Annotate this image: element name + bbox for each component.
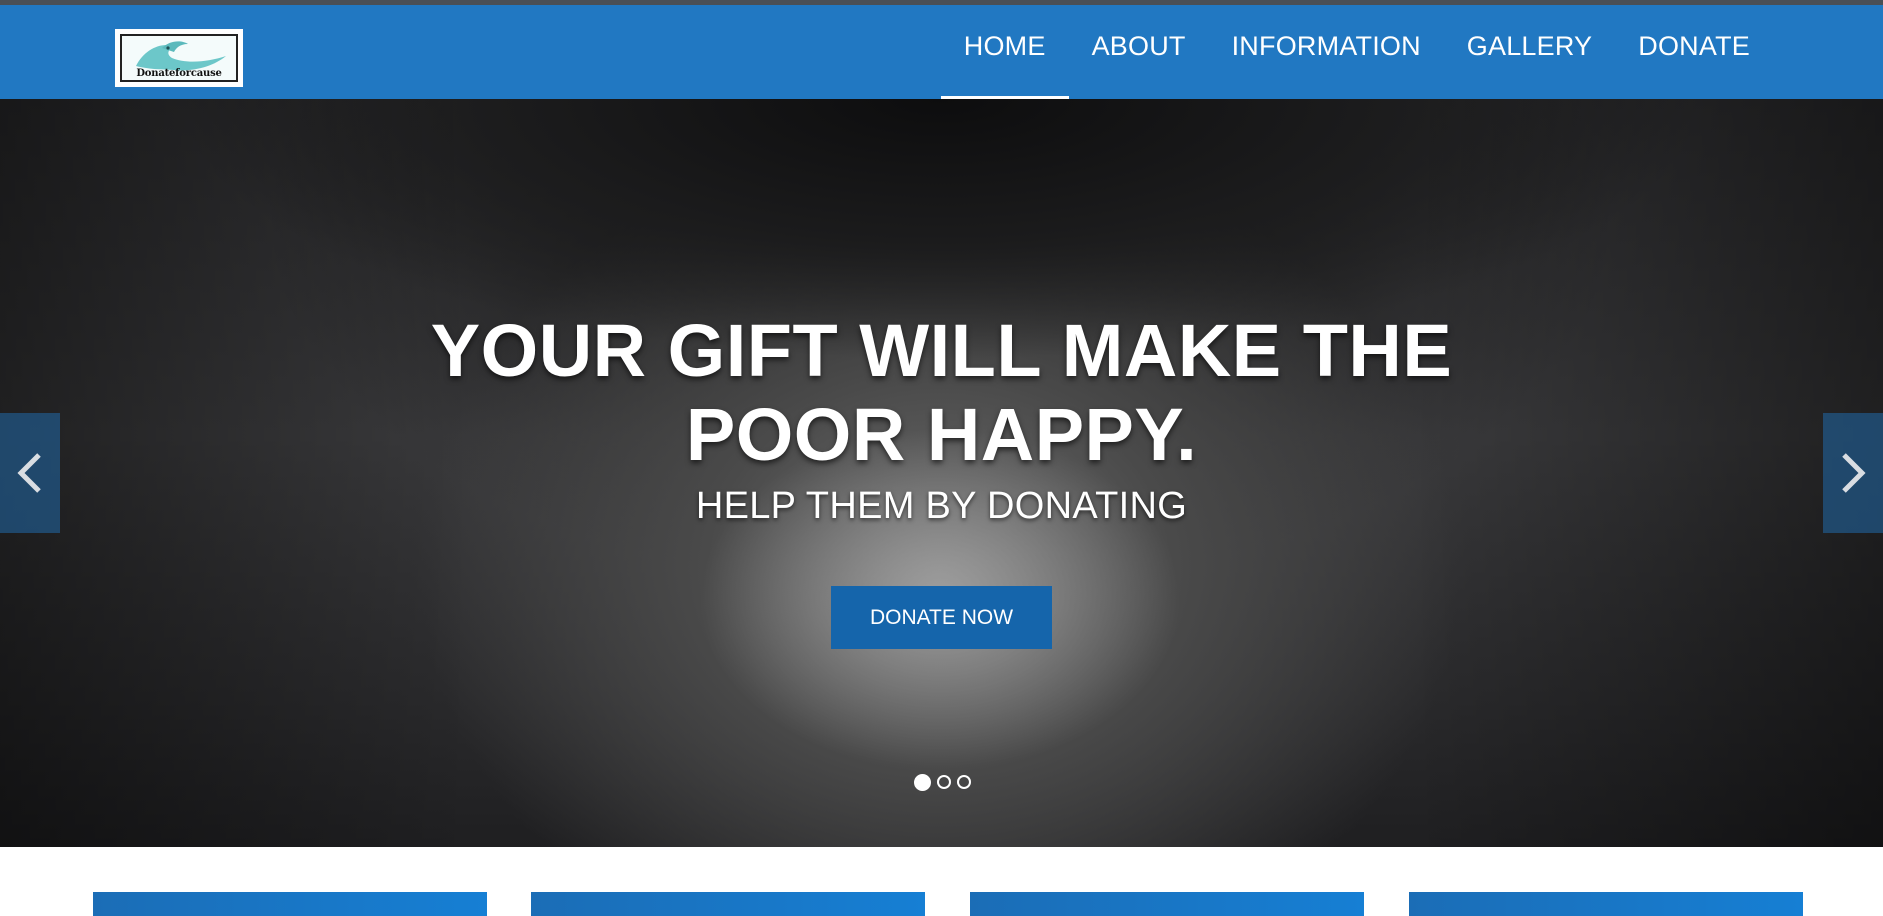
site-logo[interactable]: Donateforcause (115, 29, 243, 87)
feature-card-4[interactable] (1409, 892, 1803, 916)
donate-now-button[interactable]: DONATE NOW (831, 586, 1052, 649)
nav-home[interactable]: HOME (940, 5, 1069, 99)
main-nav: HOME ABOUT INFORMATION GALLERY DONATE (940, 5, 1773, 99)
chevron-right-icon (1842, 453, 1866, 493)
nav-home-label: HOME (963, 30, 1046, 61)
nav-donate-label: DONATE (1638, 30, 1750, 61)
navbar: Donateforcause HOME ABOUT INFORMATION GA… (0, 5, 1883, 99)
hero-carousel: YOUR GIFT WILL MAKE THE POOR HAPPY. HELP… (0, 99, 1883, 847)
logo-image: Donateforcause (120, 34, 238, 82)
feature-card-3[interactable] (970, 892, 1364, 916)
hero-caption: YOUR GIFT WILL MAKE THE POOR HAPPY. HELP… (0, 309, 1883, 649)
nav-about-label: ABOUT (1091, 30, 1186, 61)
nav-information-label: INFORMATION (1231, 30, 1421, 61)
feature-card-1[interactable] (93, 892, 487, 916)
carousel-prev-button[interactable] (0, 413, 60, 533)
hero-subtitle: HELP THEM BY DONATING (695, 485, 1188, 527)
nav-gallery[interactable]: GALLERY (1444, 5, 1615, 99)
nav-information[interactable]: INFORMATION (1209, 5, 1444, 99)
carousel-dot-3[interactable] (957, 775, 971, 789)
carousel-dot-1[interactable] (914, 774, 931, 791)
nav-donate[interactable]: DONATE (1615, 5, 1773, 99)
chevron-left-icon (17, 453, 41, 493)
carousel-dot-2[interactable] (937, 775, 951, 789)
carousel-next-button[interactable] (1823, 413, 1883, 533)
nav-about[interactable]: ABOUT (1069, 5, 1209, 99)
carousel-indicators (914, 774, 971, 791)
logo-text: Donateforcause (136, 68, 222, 79)
nav-gallery-label: GALLERY (1466, 30, 1593, 61)
feature-card-2[interactable] (531, 892, 925, 916)
feature-cards (0, 892, 1883, 916)
hero-title: YOUR GIFT WILL MAKE THE POOR HAPPY. (430, 309, 1453, 476)
